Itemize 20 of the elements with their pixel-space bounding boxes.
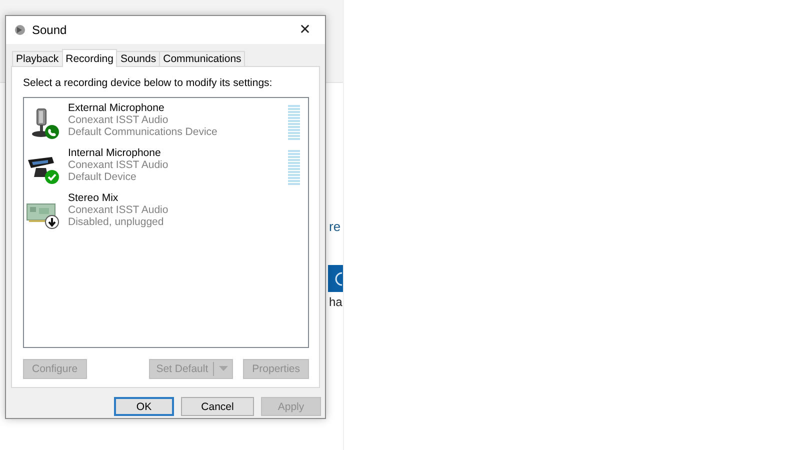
device-name: Stereo Mix bbox=[68, 192, 120, 204]
tab[interactable]: Recording bbox=[62, 49, 118, 67]
tab[interactable]: Communications bbox=[159, 51, 246, 66]
device-name: Internal Microphone bbox=[68, 147, 162, 159]
caret-icon bbox=[219, 366, 228, 372]
page-link[interactable]: re bbox=[329, 219, 341, 234]
device-status: Disabled, unplugged bbox=[68, 216, 165, 228]
tab[interactable]: Playback bbox=[12, 51, 63, 66]
window-title: Sound bbox=[32, 23, 67, 37]
device-name: External Microphone bbox=[68, 102, 166, 114]
device-status: Default Device bbox=[68, 171, 138, 183]
device-driver: Conexant ISST Audio bbox=[68, 114, 170, 126]
device-status: Default Communications Device bbox=[68, 126, 218, 138]
instruction-text: Select a recording device below to modify its settings: bbox=[23, 77, 274, 89]
dialog-button[interactable]: OK bbox=[114, 397, 174, 416]
dialog-button[interactable]: Cancel bbox=[181, 397, 254, 416]
device-driver: Conexant ISST Audio bbox=[68, 159, 168, 171]
device-driver: Conexant ISST Audio bbox=[68, 204, 168, 216]
page-text: ha bbox=[329, 295, 342, 309]
close-button[interactable]: ✕ bbox=[285, 16, 325, 44]
